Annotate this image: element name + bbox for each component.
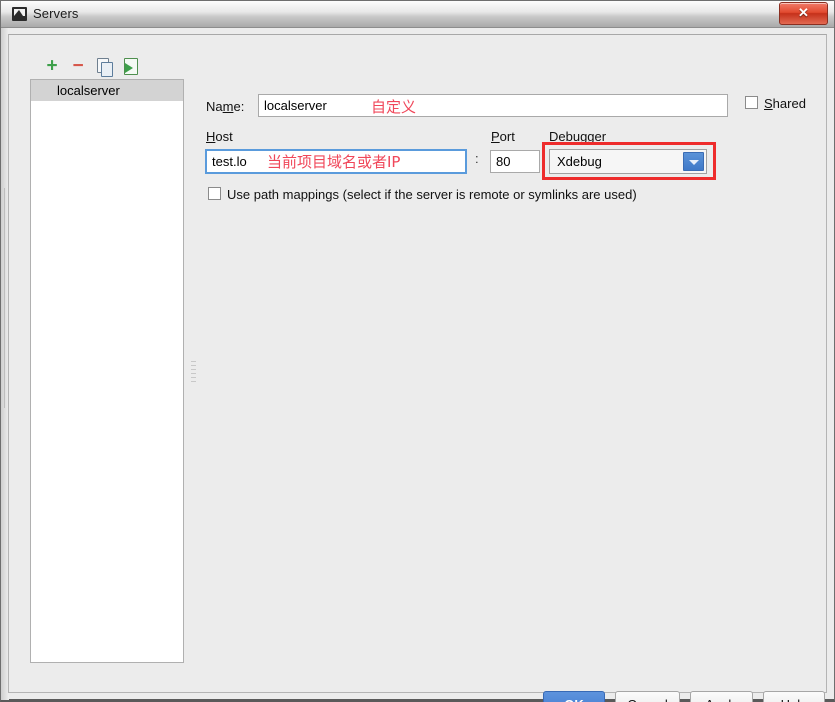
- title-bar[interactable]: Servers ✕: [1, 1, 834, 28]
- apply-button[interactable]: Apply: [690, 691, 753, 702]
- name-label-pre: Na: [206, 99, 223, 114]
- panel-splitter[interactable]: [187, 79, 201, 663]
- import-icon: [124, 58, 138, 75]
- edge-groove: [4, 188, 5, 408]
- use-path-mappings-checkbox[interactable]: [208, 187, 221, 200]
- copy-server-button[interactable]: [93, 55, 115, 77]
- debugger-label-post: ebugger: [558, 129, 607, 144]
- name-annotation-note: 自定义: [371, 98, 417, 116]
- host-label-mnemonic: H: [206, 129, 216, 144]
- shared-label-post: hared: [772, 96, 806, 111]
- remove-server-button[interactable]: −: [67, 55, 89, 77]
- ok-button[interactable]: OK: [543, 691, 605, 702]
- server-list-toolbar: + −: [33, 55, 193, 77]
- shared-checkbox[interactable]: [745, 96, 758, 109]
- server-settings-form: Name: 自定义 Shared Host Port Debugger 当前项目…: [201, 79, 819, 663]
- use-path-mappings-label[interactable]: Use path mappings (select if the server …: [227, 187, 637, 202]
- host-annotation-note: 当前项目域名或者IP: [267, 153, 401, 171]
- copy-icon: [97, 58, 113, 77]
- server-monitor-icon: [12, 7, 27, 21]
- name-label: Name:: [206, 99, 244, 114]
- host-port-separator: :: [475, 151, 479, 166]
- import-server-button[interactable]: [119, 55, 141, 77]
- apply-button-post: pply: [714, 697, 738, 702]
- close-button[interactable]: ✕: [779, 2, 828, 25]
- list-item[interactable]: localserver: [31, 80, 183, 101]
- debugger-label-mnemonic: D: [549, 129, 559, 144]
- debugger-label: Debugger: [549, 129, 606, 144]
- port-label-post: ort: [499, 129, 515, 144]
- add-server-button[interactable]: +: [41, 55, 63, 77]
- host-label-post: ost: [215, 129, 233, 144]
- debugger-select[interactable]: Xdebug: [549, 149, 707, 174]
- window-title: Servers: [33, 6, 79, 21]
- name-label-post: e:: [233, 99, 245, 114]
- server-list[interactable]: localserver: [30, 79, 184, 663]
- apply-button-mnemonic: A: [705, 697, 714, 702]
- port-label: Port: [491, 129, 515, 144]
- port-input[interactable]: [490, 150, 540, 173]
- screenshot-root: Servers ✕ + − localserver Name: localser…: [0, 0, 835, 702]
- help-button[interactable]: Help: [763, 691, 825, 702]
- dialog-client-area: + − localserver Name: localserver 自定义 Sh…: [8, 34, 827, 702]
- servers-dialog-window: Servers ✕ + − localserver Name: localser…: [0, 0, 835, 702]
- minus-icon: −: [72, 55, 84, 77]
- shared-label-mnemonic: S: [764, 96, 773, 111]
- plus-icon: +: [46, 55, 58, 77]
- chevron-down-icon[interactable]: [683, 152, 704, 171]
- debugger-select-value: Xdebug: [557, 154, 602, 169]
- name-label-mnemonic: m: [222, 99, 234, 114]
- name-input[interactable]: [258, 94, 728, 117]
- shared-label[interactable]: Shared: [764, 96, 806, 111]
- cancel-button[interactable]: Cancel: [615, 691, 680, 702]
- port-label-mnemonic: P: [491, 129, 500, 144]
- splitter-grip-icon: [191, 361, 196, 383]
- host-label: Host: [206, 129, 233, 144]
